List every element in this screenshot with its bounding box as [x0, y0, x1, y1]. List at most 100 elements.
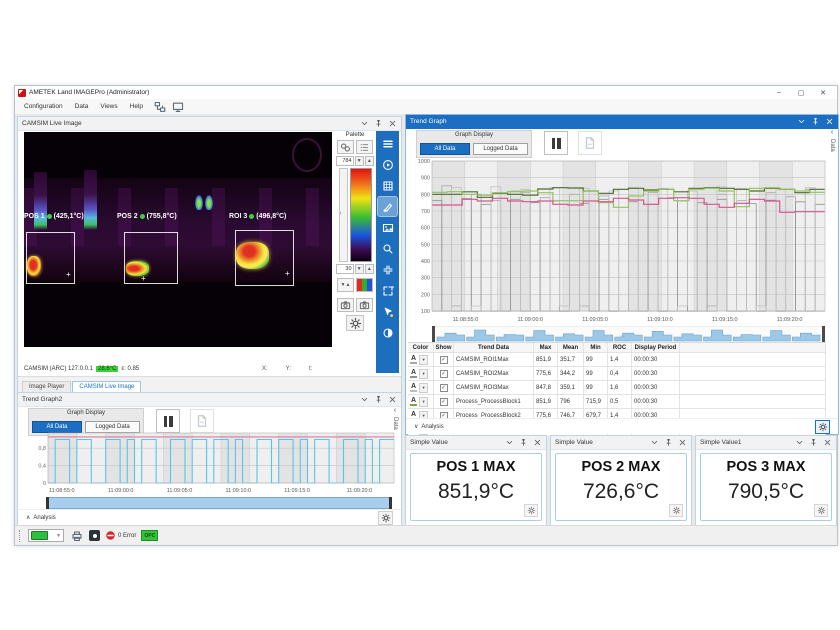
palette-settings-gear[interactable]: [346, 315, 364, 331]
column-header[interactable]: Min: [584, 343, 608, 352]
report-button[interactable]: [578, 131, 602, 155]
network-icon[interactable]: [153, 101, 167, 113]
color-cell[interactable]: A▼: [408, 381, 434, 394]
report-button[interactable]: [190, 409, 214, 433]
color-cell[interactable]: A▼: [408, 395, 434, 408]
chevron-up-icon[interactable]: ∧: [26, 514, 30, 521]
splitter-handle[interactable]: ⋯: [406, 334, 838, 340]
paint-brush-icon[interactable]: [378, 197, 397, 216]
trend-settings-gear[interactable]: [815, 420, 830, 434]
chevron-down-icon[interactable]: ▼: [419, 355, 428, 365]
palette-select-button[interactable]: [337, 140, 354, 154]
hamburger-menu-icon[interactable]: [378, 134, 397, 153]
trend2-range-scrollbar[interactable]: [46, 497, 392, 509]
column-header[interactable]: Display Period: [632, 343, 680, 352]
pin-icon[interactable]: [664, 438, 673, 447]
trend2-settings-gear[interactable]: [378, 511, 393, 525]
table-row[interactable]: A▼✓Process_ProcessBlock1851,9796715,90,5…: [408, 395, 826, 409]
simple-value-settings-gear[interactable]: [669, 504, 683, 517]
image-icon[interactable]: [378, 218, 397, 237]
pin-icon[interactable]: [374, 119, 383, 128]
table-row[interactable]: A▼✓CAMSIM_ROI3Max847,8359,1991,600:00:30: [408, 381, 826, 395]
pause-button[interactable]: [544, 131, 568, 155]
palette-range-slider[interactable]: [339, 168, 348, 262]
show-cell[interactable]: ✓: [434, 353, 454, 366]
data-side-tab[interactable]: ‹ Data: [389, 408, 401, 430]
palette-max-up-button[interactable]: ▲: [365, 156, 374, 166]
drag-handle[interactable]: [19, 530, 23, 542]
collapse-left-icon[interactable]: ‹: [831, 130, 833, 136]
chevron-down-icon[interactable]: [797, 117, 806, 126]
printer-icon[interactable]: [69, 529, 84, 542]
menu-item-configuration[interactable]: Configuration: [18, 101, 69, 112]
pin-icon[interactable]: [374, 395, 383, 404]
roi-box-pos2[interactable]: [124, 232, 178, 284]
tab-camsim-live-image[interactable]: CAMSIM Live Image: [72, 381, 141, 392]
range-handle-right[interactable]: [389, 497, 392, 509]
column-header[interactable]: Mean: [558, 343, 584, 352]
checkbox-checked-icon[interactable]: ✓: [440, 384, 448, 392]
close-icon[interactable]: [825, 117, 834, 126]
table-row[interactable]: A▼✓CAMSIM_ROI2Max775,6344,2990,400:00:30: [408, 367, 826, 381]
chevron-down-icon[interactable]: [795, 438, 804, 447]
chevron-down-icon[interactable]: ▼: [419, 369, 428, 379]
show-cell[interactable]: ✓: [434, 367, 454, 380]
column-header[interactable]: Trend Data: [454, 343, 534, 352]
all-data-button[interactable]: All Data: [420, 143, 470, 155]
annotate-icon[interactable]: [378, 302, 397, 321]
palette-color-button[interactable]: [356, 278, 373, 292]
chevron-down-icon[interactable]: [360, 119, 369, 128]
snapshot-image-button[interactable]: [337, 298, 354, 312]
close-icon[interactable]: [388, 395, 397, 404]
chevron-down-icon[interactable]: [505, 438, 514, 447]
palette-max-down-button[interactable]: ▼: [355, 156, 364, 166]
trend-main-chart[interactable]: 100090080070060050040030020010011:08:55:…: [408, 159, 829, 325]
menu-item-views[interactable]: Views: [94, 101, 123, 112]
record-icon[interactable]: [89, 530, 100, 541]
minimize-button[interactable]: –: [768, 87, 790, 99]
thermal-image[interactable]: POS 1(425,1°C) POS 2(755,8°C) ROI 3(496,…: [24, 132, 332, 347]
pin-icon[interactable]: [811, 117, 820, 126]
close-icon[interactable]: [533, 438, 542, 447]
palette-min-up-button[interactable]: ▲: [365, 264, 374, 274]
trend2-chart[interactable]: 0,80,4011:08:55:011:09:00:011:09:05:011:…: [20, 431, 398, 495]
simple-value-settings-gear[interactable]: [814, 504, 828, 517]
checkbox-checked-icon[interactable]: ✓: [440, 356, 448, 364]
tab-image-player[interactable]: Image Player: [22, 381, 71, 392]
column-header[interactable]: ROC: [608, 343, 632, 352]
column-header[interactable]: Color: [408, 343, 434, 352]
chevron-down-icon[interactable]: ∨: [414, 423, 418, 430]
chevron-down-icon[interactable]: ▼: [419, 397, 428, 407]
chevron-down-icon[interactable]: [650, 438, 659, 447]
scale-list-button[interactable]: [356, 140, 373, 154]
collapse-left-icon[interactable]: ‹: [394, 408, 396, 414]
show-cell[interactable]: ✓: [434, 395, 454, 408]
menu-item-data[interactable]: Data: [69, 101, 95, 112]
zoom-icon[interactable]: [378, 239, 397, 258]
opc-status-badge[interactable]: OPC: [141, 530, 158, 541]
error-indicator[interactable]: 0 Error: [105, 529, 136, 542]
auto-scale-button[interactable]: ▼▲: [337, 278, 354, 292]
checkbox-checked-icon[interactable]: ✓: [440, 370, 448, 378]
palette-min-input[interactable]: 30: [336, 264, 354, 274]
pin-icon[interactable]: [519, 438, 528, 447]
camera-status-combo[interactable]: ▼: [28, 529, 64, 542]
palette-min-down-button[interactable]: ▼: [355, 264, 364, 274]
chevron-down-icon[interactable]: [360, 395, 369, 404]
snapshot-video-button[interactable]: [356, 298, 373, 312]
show-cell[interactable]: ✓: [434, 381, 454, 394]
maximize-button[interactable]: ▢: [790, 87, 812, 99]
table-grid-icon[interactable]: [378, 176, 397, 195]
chevron-down-icon[interactable]: ▼: [419, 383, 428, 393]
palette-max-input[interactable]: 784: [336, 156, 354, 166]
range-handle-left[interactable]: [46, 497, 49, 509]
simple-value-settings-gear[interactable]: [524, 504, 538, 517]
close-icon[interactable]: [388, 119, 397, 128]
data-side-tab[interactable]: ‹ Data: [826, 130, 838, 152]
monitor-icon[interactable]: [171, 101, 185, 113]
logged-data-button[interactable]: Logged Data: [473, 143, 528, 155]
close-icon[interactable]: [823, 438, 832, 447]
pause-button[interactable]: [156, 409, 180, 433]
contrast-icon[interactable]: [378, 323, 397, 342]
color-cell[interactable]: A▼: [408, 367, 434, 380]
